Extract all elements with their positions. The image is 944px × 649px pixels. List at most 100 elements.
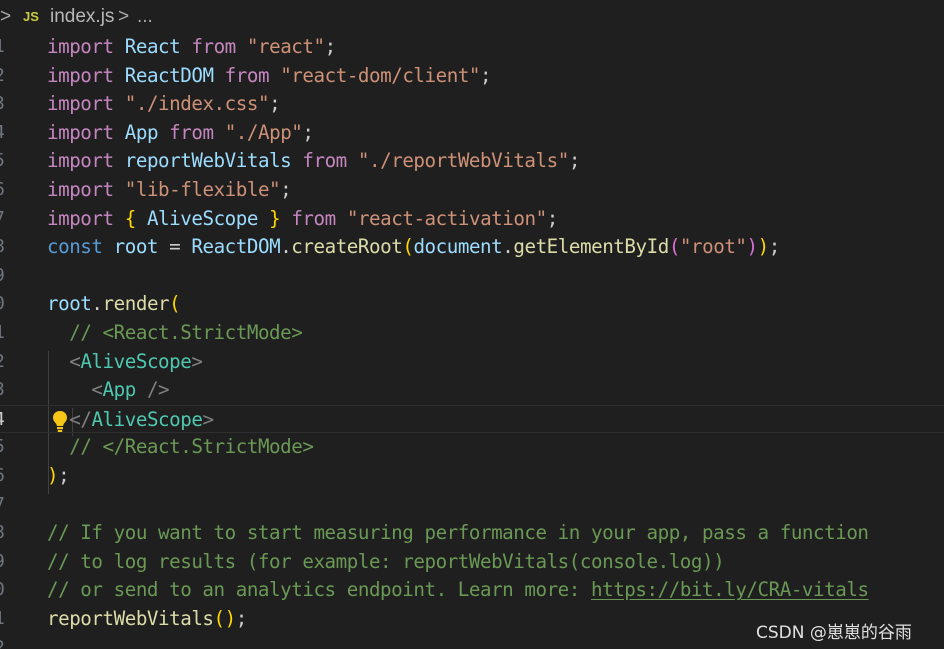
code-token: reportWebVitals — [124, 149, 292, 173]
code-text: root.render( — [47, 292, 181, 316]
code-token: AliveScope — [146, 206, 258, 230]
code-token: ReactDOM — [191, 235, 281, 259]
line-number: 4 — [0, 122, 8, 143]
line-number: 9 — [0, 265, 8, 286]
code-text: import ReactDOM from "react-dom/client"; — [47, 63, 492, 87]
code-token: "lib-flexible" — [124, 178, 281, 201]
breadcrumb-separator-icon: > — [118, 6, 130, 27]
code-line[interactable]: 3 <App /> — [0, 376, 944, 405]
code-token: // If you want to start measuring perfor… — [47, 521, 869, 545]
code-token: ; — [302, 120, 314, 144]
code-token: root — [113, 235, 159, 259]
code-text: // to log results (for example: reportWe… — [47, 549, 725, 573]
code-token: "root" — [679, 235, 747, 259]
code-line[interactable]: 2 import ReactDOM from "react-dom/client"… — [0, 62, 944, 91]
code-token: "./App" — [224, 120, 303, 144]
line-number: 2 — [0, 351, 8, 372]
code-text: // If you want to start measuring perfor… — [47, 521, 869, 544]
code-token: import — [47, 120, 114, 144]
code-line[interactable]: 7 — [0, 491, 944, 520]
code-line[interactable]: 3 import "./index.css"; — [0, 90, 944, 119]
code-token: React — [124, 35, 181, 58]
line-number: 8 — [0, 236, 8, 257]
code-line[interactable]: 1 // <React.StrictMode> — [0, 319, 944, 348]
code-text: <App /> — [47, 378, 169, 401]
code-text: ); — [47, 464, 70, 487]
code-token: ( — [169, 292, 181, 316]
code-line[interactable]: 5 import reportWebVitals from "./reportWe… — [0, 147, 944, 176]
code-token: from — [224, 63, 270, 87]
line-number: 5 — [0, 436, 8, 457]
code-line[interactable]: 9 — [0, 262, 944, 291]
code-link[interactable]: https://bit.ly/CRA-vitals — [591, 578, 869, 601]
code-token: root — [47, 292, 92, 316]
code-line[interactable]: 2 <AliveScope> — [0, 348, 944, 377]
code-token: ; — [324, 35, 337, 58]
code-token: from — [191, 35, 236, 58]
code-token: ; — [269, 92, 281, 116]
code-token: // </React.StrictMode> — [69, 435, 314, 459]
line-number: 1 — [0, 322, 8, 343]
code-text: // or send to an analytics endpoint. Lea… — [47, 578, 869, 601]
code-token: reportWebVitals — [47, 607, 214, 630]
code-text: import React from "react"; — [47, 35, 336, 58]
line-number: 9 — [0, 551, 8, 572]
code-text: // </React.StrictMode> — [47, 435, 314, 459]
code-token: from — [169, 120, 214, 144]
line-number: 7 — [0, 494, 8, 515]
line-number: 3 — [0, 93, 8, 114]
code-text: // <React.StrictMode> — [47, 321, 303, 344]
code-text: import reportWebVitals from "./reportWeb… — [47, 149, 580, 172]
code-token: ) — [47, 464, 59, 487]
code-token: "./index.css" — [124, 92, 270, 116]
code-token: . — [91, 292, 103, 316]
code-line[interactable]: 4 import App from "./App"; — [0, 119, 944, 148]
code-token: "./reportWebVitals" — [357, 149, 569, 173]
code-token: createRoot — [291, 235, 403, 259]
code-line[interactable]: 0 root.render( — [0, 290, 944, 319]
code-token: > — [202, 407, 214, 431]
code-token: App — [102, 378, 137, 402]
code-token: const — [47, 235, 103, 259]
code-line[interactable]: 8 // If you want to start measuring perfo… — [0, 519, 944, 548]
code-line[interactable]: 7 import { AliveScope } from "react-activ… — [0, 205, 944, 234]
code-line[interactable]: 0 // or send to an analytics endpoint. Le… — [0, 576, 944, 605]
line-number: 2 — [0, 65, 8, 86]
code-text: const root = ReactDOM.createRoot(documen… — [47, 235, 780, 258]
code-token: // to log results (for example: reportWe… — [47, 549, 725, 573]
code-line[interactable]: 6 import "lib-flexible"; — [0, 176, 944, 205]
code-line[interactable]: 6); — [0, 462, 944, 491]
breadcrumb-file[interactable]: index.js — [50, 6, 114, 28]
code-token: import — [47, 63, 114, 87]
code-token: App — [124, 120, 159, 144]
code-token: ; — [280, 178, 292, 201]
code-token: render — [102, 292, 170, 316]
code-token: AliveScope — [80, 349, 192, 373]
code-line[interactable]: 4 </AliveScope> — [0, 404, 944, 434]
line-number: 6 — [0, 465, 8, 486]
code-line[interactable]: 5 // </React.StrictMode> — [0, 433, 944, 462]
breadcrumb: > JS index.js > ... — [0, 0, 944, 34]
breadcrumb-symbol-ellipsis[interactable]: ... — [137, 6, 153, 28]
code-line[interactable]: 1 import React from "react"; — [0, 33, 944, 62]
code-text: import "lib-flexible"; — [47, 178, 292, 201]
code-line[interactable]: 9 // to log results (for example: reportW… — [0, 548, 944, 577]
chevron-right-icon[interactable]: > — [0, 6, 11, 28]
code-token: . — [502, 235, 514, 259]
code-token: // <React.StrictMode> — [69, 321, 303, 344]
code-token: import — [47, 92, 114, 116]
code-line[interactable]: 8const root = ReactDOM.createRoot(docume… — [0, 233, 944, 262]
